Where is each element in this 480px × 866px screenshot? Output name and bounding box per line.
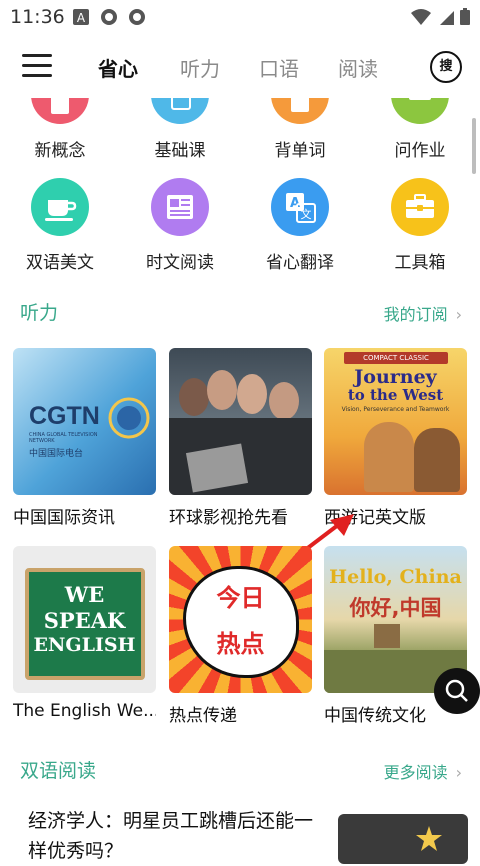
cover-title-cn: 你好,中国 (349, 596, 442, 620)
status-bar: 11:36 A (0, 0, 480, 34)
card-thumbnail: COMPACT CLASSIC Journey to the West Visi… (324, 348, 467, 495)
grid-item-shuangyu-meiwen[interactable]: 双语美文 (5, 178, 115, 273)
board-text-2: SPEAK (43, 608, 126, 633)
card-title: 中国国际资讯 (13, 508, 115, 528)
cgtn-chinese-name: 中国国际电台 (29, 449, 84, 459)
chevron-right-icon: › (455, 305, 462, 324)
grid-item-jichuke[interactable]: 基础课 (125, 98, 235, 161)
toolbox-icon (391, 178, 449, 236)
section-title-listening: 听力 (20, 302, 59, 324)
grid-item-gongjuxiang[interactable]: 工具箱 (365, 178, 475, 273)
grid-item-shengxin-fanyi[interactable]: A文 省心翻译 (245, 178, 355, 273)
grid-label: 双语美文 (26, 253, 94, 273)
cover-title-1: Journey (354, 366, 437, 388)
grid-label: 问作业 (394, 141, 446, 161)
notification-a-icon: A (73, 9, 89, 25)
book-icon (31, 98, 89, 124)
grid-item-shiwen-yuedu[interactable]: 时文阅读 (125, 178, 235, 273)
my-subscriptions-link[interactable]: 我的订阅 › (384, 301, 462, 325)
main-content[interactable]: 新概念 基础课 背单词 问作业 双语美文 时文阅读 A文 省心翻译 工具箱 听力… (0, 98, 480, 855)
floating-search-button[interactable] (434, 668, 480, 714)
grid-label: 省心翻译 (266, 253, 334, 273)
cover-subtitle: Vision, Perseverance and Teamwork (341, 406, 450, 413)
card-hot-news[interactable]: 今日 热点 热点传递 (169, 546, 312, 726)
board-text-1: WE (64, 582, 105, 607)
article-thumbnail[interactable] (338, 814, 468, 864)
card-thumbnail: 今日 热点 (169, 546, 312, 693)
card-we-speak-english[interactable]: WE SPEAK ENGLISH The English We... (13, 546, 156, 721)
compact-classic-tag: COMPACT CLASSIC (344, 352, 448, 364)
notification-app2-icon (129, 9, 145, 25)
board-text-3: ENGLISH (33, 634, 136, 656)
article-title[interactable]: 经济学人：明星员工跳槽后还能一样优秀吗？ (28, 806, 318, 866)
tab-listening[interactable]: 听力 (180, 53, 220, 82)
card-cgtn[interactable]: CGTN CHINA GLOBAL TELEVISION NETWORK 中国国… (13, 348, 156, 528)
section-title-reading: 双语阅读 (20, 760, 97, 782)
grid-item-wenzuoye[interactable]: 问作业 (365, 98, 475, 161)
card-tv-preview[interactable]: 环球影视抢先看 (169, 348, 312, 528)
card-journey-west[interactable]: COMPACT CLASSIC Journey to the West Visi… (324, 348, 467, 528)
my-subscriptions-label: 我的订阅 (383, 305, 448, 324)
cgtn-subtitle: CHINA GLOBAL TELEVISION NETWORK (29, 432, 98, 444)
app-bar: 省心 听力 口语 阅读 搜 (0, 34, 480, 98)
hot-text-2: 热点 (216, 630, 265, 658)
star-icon (416, 826, 442, 851)
homework-icon (391, 98, 449, 124)
status-time: 11:36 (10, 6, 65, 28)
hot-text-1: 今日 (216, 584, 265, 612)
head-icon (271, 98, 329, 124)
grid-item-beidanci[interactable]: 背单词 (245, 98, 355, 161)
grid-label: 新概念 (34, 141, 86, 161)
grid-label: 背单词 (274, 141, 326, 161)
translate-icon: A文 (271, 178, 329, 236)
grid-label: 基础课 (154, 141, 206, 161)
grid-label: 工具箱 (394, 253, 446, 273)
grid-label: 时文阅读 (146, 253, 214, 273)
more-reading-link[interactable]: 更多阅读 › (384, 759, 462, 783)
lesson-icon (151, 98, 209, 124)
tab-reading[interactable]: 阅读 (338, 53, 378, 82)
globe-icon (108, 397, 150, 439)
card-thumbnail: WE SPEAK ENGLISH (13, 546, 156, 693)
signal-icon (440, 11, 454, 25)
card-title: 热点传递 (169, 706, 237, 726)
tab-shengxin[interactable]: 省心 (98, 53, 138, 82)
scrollbar[interactable] (472, 118, 476, 174)
cover-title-en: Hello, China (329, 566, 462, 588)
notification-app-icon (101, 9, 117, 25)
tab-speaking[interactable]: 口语 (259, 53, 299, 82)
menu-icon[interactable] (22, 54, 54, 78)
cover-title-2: to the West (347, 386, 444, 404)
search-button[interactable]: 搜 (430, 51, 462, 83)
coffee-cup-icon (31, 178, 89, 236)
search-icon (445, 679, 468, 702)
wifi-icon (411, 9, 431, 25)
card-thumbnail (169, 348, 312, 495)
card-title: The English We... (13, 701, 156, 721)
chevron-right-icon: › (455, 763, 462, 782)
svg-text:文: 文 (301, 207, 312, 221)
card-thumbnail: CGTN CHINA GLOBAL TELEVISION NETWORK 中国国… (13, 348, 156, 495)
battery-icon (460, 8, 470, 25)
svg-text:A: A (77, 11, 86, 25)
grid-item-xingainian[interactable]: 新概念 (5, 98, 115, 161)
newspaper-icon (151, 178, 209, 236)
more-reading-label: 更多阅读 (383, 763, 448, 782)
cgtn-logo-text: CGTN (29, 402, 100, 430)
